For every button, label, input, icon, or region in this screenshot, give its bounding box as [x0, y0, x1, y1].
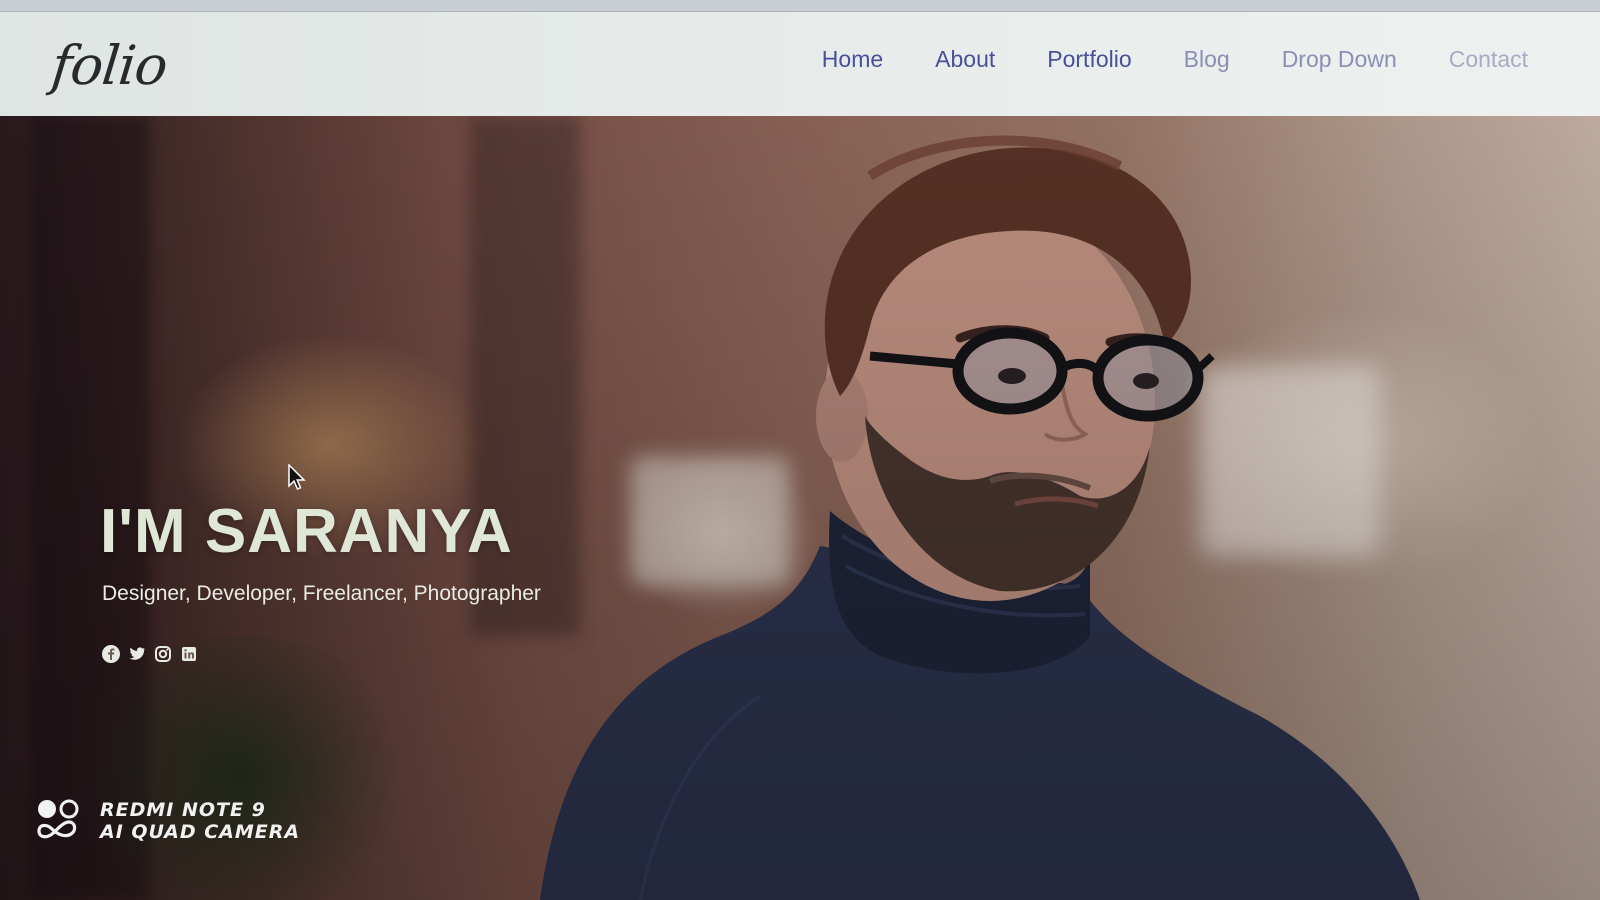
- main-nav: Home About Portfolio Blog Drop Down Cont…: [822, 46, 1528, 73]
- camera-lens-logo-icon: [37, 799, 79, 839]
- social-links: [101, 644, 199, 664]
- nav-drop-down[interactable]: Drop Down: [1282, 46, 1397, 73]
- nav-portfolio[interactable]: Portfolio: [1047, 46, 1131, 73]
- screen: folio Home About Portfolio Blog Drop Dow…: [0, 0, 1600, 900]
- hero-title: I'M SARANYA: [100, 497, 513, 566]
- watermark-text: REDMI NOTE 9 AI QUAD CAMERA: [100, 799, 300, 843]
- instagram-icon[interactable]: [153, 644, 173, 664]
- facebook-icon[interactable]: [101, 644, 121, 664]
- nav-about[interactable]: About: [935, 46, 995, 73]
- watermark-line-2: AI QUAD CAMERA: [100, 821, 301, 843]
- site-header: folio Home About Portfolio Blog Drop Dow…: [0, 12, 1600, 116]
- nav-home[interactable]: Home: [822, 46, 883, 73]
- hero-subtitle: Designer, Developer, Freelancer, Photogr…: [102, 582, 541, 605]
- hero-section: I'M SARANYA Designer, Developer, Freelan…: [0, 116, 1600, 900]
- camera-watermark: REDMI NOTE 9 AI QUAD CAMERA: [36, 798, 300, 844]
- mouse-cursor-icon: [288, 464, 306, 490]
- watermark-line-1: REDMI NOTE 9: [100, 799, 266, 821]
- site-logo[interactable]: folio: [49, 34, 170, 97]
- nav-contact[interactable]: Contact: [1449, 46, 1528, 73]
- browser-chrome-strip: [0, 0, 1600, 12]
- twitter-icon[interactable]: [127, 644, 147, 664]
- nav-blog[interactable]: Blog: [1184, 46, 1230, 73]
- linkedin-icon[interactable]: [179, 644, 199, 664]
